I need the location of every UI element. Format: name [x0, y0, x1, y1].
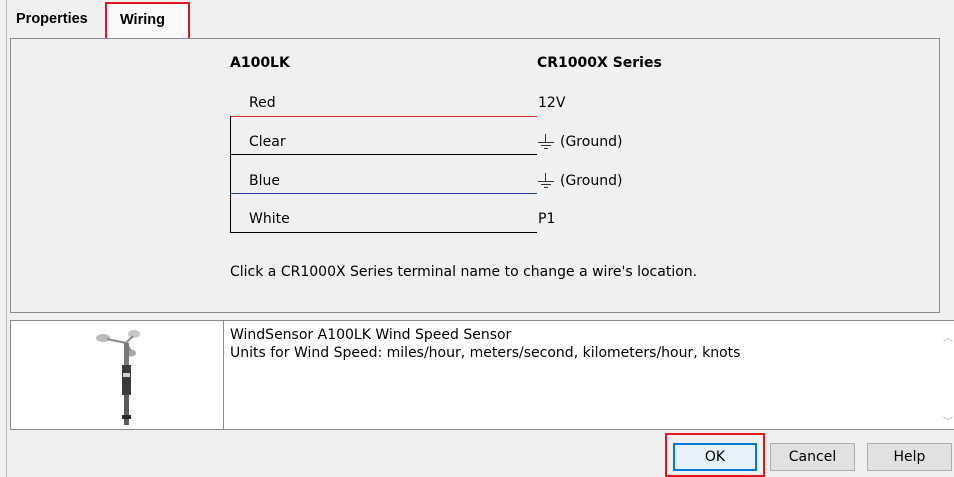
sensor-units: Units for Wind Speed: miles/hour, meters…	[230, 345, 741, 361]
terminal-ground-label: (Ground)	[560, 173, 623, 189]
sensor-image	[11, 321, 224, 429]
ok-button[interactable]: OK	[673, 443, 757, 471]
wire-label-white: White	[249, 211, 290, 227]
logger-header: CR1000X Series	[537, 55, 662, 71]
wiring-panel: A100LK CR1000X Series Red 12V Clear (Gro…	[10, 38, 940, 313]
wiring-dialog: Properties Wiring A100LK CR1000X Series …	[0, 0, 954, 477]
wire-line-red	[230, 116, 537, 117]
sensor-header: A100LK	[230, 55, 290, 71]
chevron-up-icon[interactable]: ︿	[943, 329, 953, 344]
terminal-12v[interactable]: 12V	[538, 95, 565, 111]
help-button[interactable]: Help	[867, 443, 952, 471]
wire-line-white	[230, 232, 537, 233]
cancel-button[interactable]: Cancel	[770, 443, 855, 471]
window-edge	[6, 0, 7, 477]
wire-label-red: Red	[249, 95, 276, 111]
terminal-ground-clear[interactable]: (Ground)	[538, 134, 622, 150]
tab-wiring[interactable]: Wiring	[105, 2, 190, 40]
info-panel: WindSensor A100LK Wind Speed Sensor Unit…	[10, 320, 954, 430]
tab-wiring-label: Wiring	[120, 12, 165, 28]
ground-symbol-icon	[538, 134, 554, 149]
anemometer-icon	[96, 330, 140, 425]
wire-label-clear: Clear	[249, 134, 286, 150]
wiring-hint: Click a CR1000X Series terminal name to …	[230, 264, 698, 280]
ground-symbol-icon	[538, 173, 554, 188]
terminal-p1[interactable]: P1	[538, 211, 555, 227]
terminal-ground-blue[interactable]: (Ground)	[538, 173, 622, 189]
wire-bracket	[230, 116, 231, 232]
terminal-ground-label: (Ground)	[560, 134, 623, 150]
tab-properties[interactable]: Properties	[10, 6, 110, 32]
wire-line-clear	[230, 154, 537, 155]
wire-label-blue: Blue	[249, 173, 280, 189]
wire-line-blue	[230, 193, 537, 194]
chevron-down-icon[interactable]: ﹀	[943, 413, 953, 428]
sensor-title: WindSensor A100LK Wind Speed Sensor	[230, 327, 512, 343]
sensor-description: WindSensor A100LK Wind Speed Sensor Unit…	[230, 326, 740, 362]
